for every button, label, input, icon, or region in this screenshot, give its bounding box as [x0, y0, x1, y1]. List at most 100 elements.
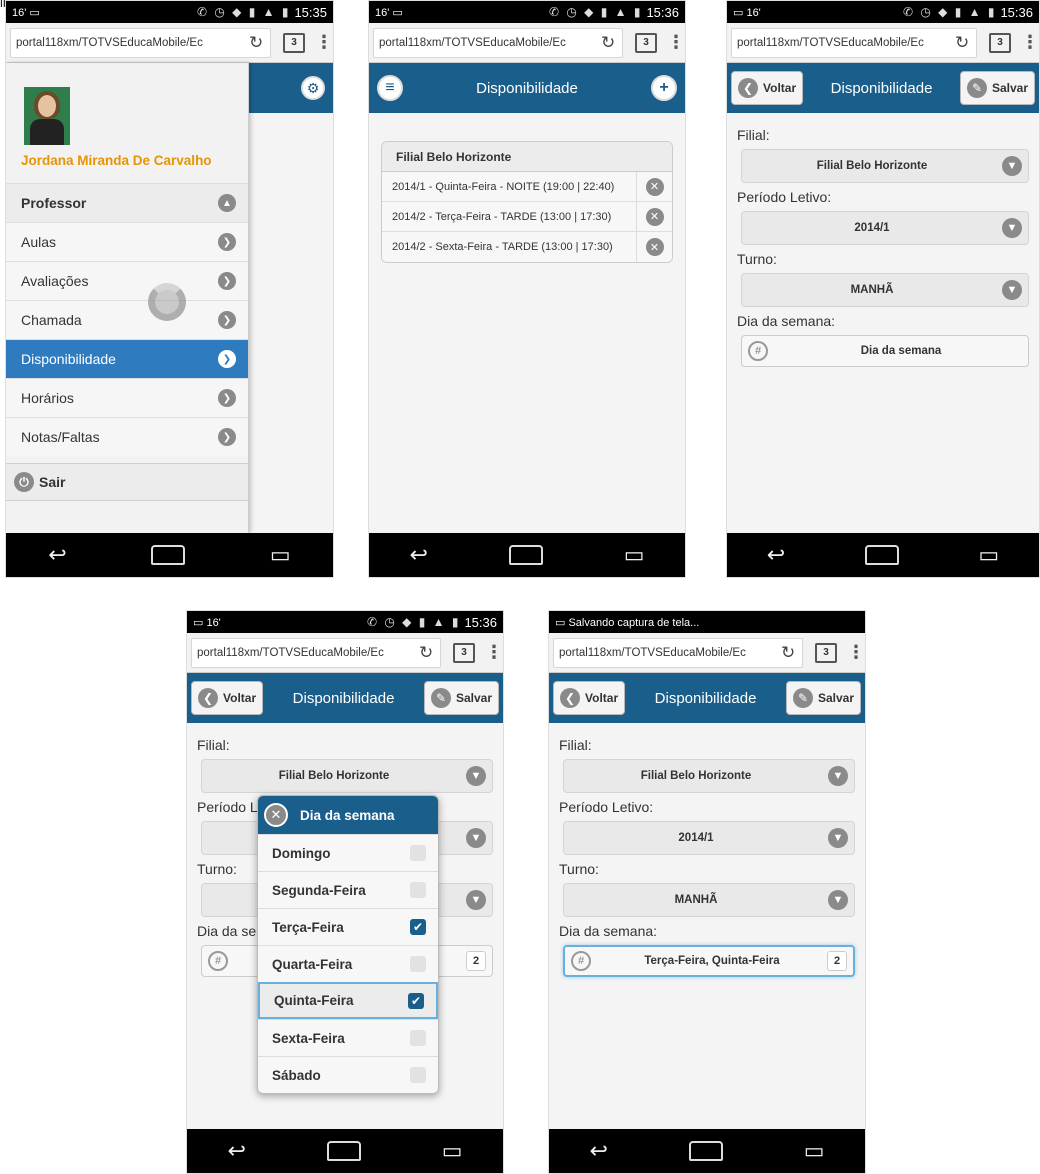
reload-icon[interactable]: ↻ [419, 643, 437, 663]
periodo-select[interactable]: 2014/1 ▼ [741, 211, 1029, 245]
tabs-icon[interactable]: 3 [989, 32, 1011, 53]
recents-nav-icon[interactable]: ▭ [442, 1138, 463, 1164]
reload-icon[interactable]: ↻ [955, 33, 973, 53]
url-field[interactable]: portal118xm/TOTVSEducaMobile/Ec [553, 637, 803, 668]
tabs-icon[interactable]: 3 [635, 32, 657, 53]
list-header: Filial Belo Horizonte [382, 142, 672, 172]
add-icon[interactable]: + [651, 75, 677, 101]
filial-label: Filial: [737, 127, 770, 143]
periodo-select[interactable]: 2014/1 ▼ [563, 821, 855, 855]
delete-button[interactable]: ✕ [636, 171, 672, 202]
reload-icon[interactable]: ↻ [601, 33, 619, 53]
weekday-popup: ✕ Dia da semana Domingo Segunda-Feira Te… [257, 795, 439, 1094]
back-nav-icon[interactable]: ↩ [48, 542, 66, 568]
turno-value: MANHÃ [850, 284, 894, 296]
back-nav-icon[interactable]: ↩ [409, 542, 427, 568]
status-system-icons: ✆ ◷ ◆ ▮ ▲ ▮ [196, 5, 291, 19]
back-button[interactable]: ❮ Voltar [553, 681, 626, 715]
logout-button[interactable]: ⏻ Sair [6, 463, 248, 501]
checkbox-icon[interactable] [410, 956, 426, 972]
save-button[interactable]: ✎ Salvar [423, 681, 499, 715]
home-nav-icon[interactable] [508, 545, 543, 565]
option-segunda[interactable]: Segunda-Feira [258, 871, 438, 908]
option-label: Quinta-Feira [274, 993, 354, 1008]
checkbox-checked-icon[interactable]: ✔ [408, 992, 424, 1009]
url-field[interactable]: portal118xm/TOTVSEducaMobile/Ec [731, 27, 977, 58]
periodo-label: Período Letivo: [737, 189, 832, 205]
dia-label: Dia da semana: [737, 313, 836, 329]
filial-label: Filial: [559, 737, 592, 753]
recents-nav-icon[interactable]: ▭ [804, 1138, 825, 1164]
save-button[interactable]: ✎ Salvar [785, 681, 861, 715]
home-nav-icon[interactable] [326, 1141, 361, 1161]
menu-item-aulas[interactable]: Aulas ❯ [6, 222, 248, 261]
turno-select[interactable]: MANHÃ ▼ [563, 883, 855, 917]
tabs-icon[interactable]: 3 [815, 642, 837, 663]
checkbox-icon[interactable] [410, 1067, 426, 1083]
back-nav-icon[interactable]: ↩ [227, 1138, 245, 1164]
overflow-menu-icon[interactable]: ⋮ [485, 642, 503, 663]
checkbox-icon[interactable] [410, 845, 426, 861]
home-nav-icon[interactable] [688, 1141, 723, 1161]
tabs-icon[interactable]: 3 [283, 32, 305, 53]
menu-item-notas-faltas[interactable]: Notas/Faltas ❯ [6, 417, 248, 456]
filial-label: Filial: [197, 737, 230, 753]
delete-icon: ✕ [645, 177, 664, 196]
option-terca[interactable]: Terça-Feira ✔ [258, 908, 438, 945]
menu-icon[interactable]: ≡ [377, 75, 403, 101]
menu-item-avaliacoes[interactable]: Avaliações ❯ [6, 261, 248, 300]
delete-button[interactable]: ✕ [636, 232, 672, 262]
turno-label: Turno: [559, 861, 599, 877]
list-item-text: 2014/2 - Terça-Feira - TARDE (13:00 | 17… [392, 210, 612, 223]
overflow-menu-icon[interactable]: ⋮ [315, 32, 333, 53]
status-bar: 16' ▭ ✆ ◷ ◆ ▮ ▲ ▮ 15:35 [6, 1, 333, 23]
popup-title: Dia da semana [300, 807, 395, 823]
list-item[interactable]: 2014/2 - Terça-Feira - TARDE (13:00 | 17… [382, 201, 672, 232]
settings-icon[interactable]: ⚙ [301, 76, 325, 100]
recents-nav-icon[interactable]: ▭ [624, 542, 645, 568]
menu-item-chamada[interactable]: Chamada ❯ [6, 300, 248, 339]
home-nav-icon[interactable] [864, 545, 899, 565]
dia-select[interactable]: # Dia da semana [741, 335, 1029, 367]
overflow-menu-icon[interactable]: ⋮ [667, 32, 685, 53]
dia-select[interactable]: # Terça-Feira, Quinta-Feira 2 [563, 945, 855, 977]
option-quinta[interactable]: Quinta-Feira ✔ [258, 982, 438, 1019]
reload-icon[interactable]: ↻ [249, 33, 267, 53]
filial-select[interactable]: Filial Belo Horizonte ▼ [741, 149, 1029, 183]
delete-button[interactable]: ✕ [636, 201, 672, 232]
url-field[interactable]: portal118xm/TOTVSEducaMobile/Ec [10, 27, 271, 58]
overflow-menu-icon[interactable]: ⋮ [847, 642, 865, 663]
checkbox-icon[interactable] [410, 882, 426, 898]
url-field[interactable]: portal118xm/TOTVSEducaMobile/Ec [191, 637, 441, 668]
option-domingo[interactable]: Domingo [258, 834, 438, 871]
arrow-right-icon: ❯ [218, 311, 236, 329]
filial-select[interactable]: Filial Belo Horizonte ▼ [563, 759, 855, 793]
turno-select[interactable]: MANHÃ ▼ [741, 273, 1029, 307]
filial-select[interactable]: Filial Belo Horizonte ▼ [201, 759, 493, 793]
back-nav-icon[interactable]: ↩ [589, 1138, 607, 1164]
menu-item-disponibilidade[interactable]: Disponibilidade ❯ [6, 339, 248, 378]
close-icon[interactable]: ✕ [264, 803, 288, 827]
save-button[interactable]: ✎ Salvar [959, 71, 1035, 105]
back-button[interactable]: ❮ Voltar [191, 681, 264, 715]
menu-item-horarios[interactable]: Horários ❯ [6, 378, 248, 417]
url-field[interactable]: portal118xm/TOTVSEducaMobile/Ec [373, 27, 623, 58]
option-sabado[interactable]: Sábado [258, 1056, 438, 1093]
phone-screen-list: 16' ▭ ✆ ◷ ◆ ▮ ▲ ▮ 15:36 portal118xm/TOTV… [368, 0, 686, 578]
list-item[interactable]: 2014/2 - Sexta-Feira - TARDE (13:00 | 17… [382, 232, 672, 262]
checkbox-icon[interactable] [410, 1030, 426, 1046]
list-item[interactable]: 2014/1 - Quinta-Feira - NOITE (19:00 | 2… [382, 171, 672, 202]
home-nav-icon[interactable] [151, 545, 186, 565]
tabs-icon[interactable]: 3 [453, 642, 475, 663]
recents-nav-icon[interactable]: ▭ [270, 542, 291, 568]
menu-section-professor[interactable]: Professor ▲ [6, 183, 248, 222]
reload-icon[interactable]: ↻ [781, 643, 799, 663]
option-quarta[interactable]: Quarta-Feira [258, 945, 438, 982]
overflow-menu-icon[interactable]: ⋮ [1021, 32, 1039, 53]
back-nav-icon[interactable]: ↩ [767, 542, 785, 568]
app-header: ≡ Disponibilidade + [369, 63, 685, 113]
back-button[interactable]: ❮ Voltar [731, 71, 804, 105]
recents-nav-icon[interactable]: ▭ [978, 542, 999, 568]
checkbox-checked-icon[interactable]: ✔ [410, 919, 426, 935]
option-sexta[interactable]: Sexta-Feira [258, 1019, 438, 1056]
